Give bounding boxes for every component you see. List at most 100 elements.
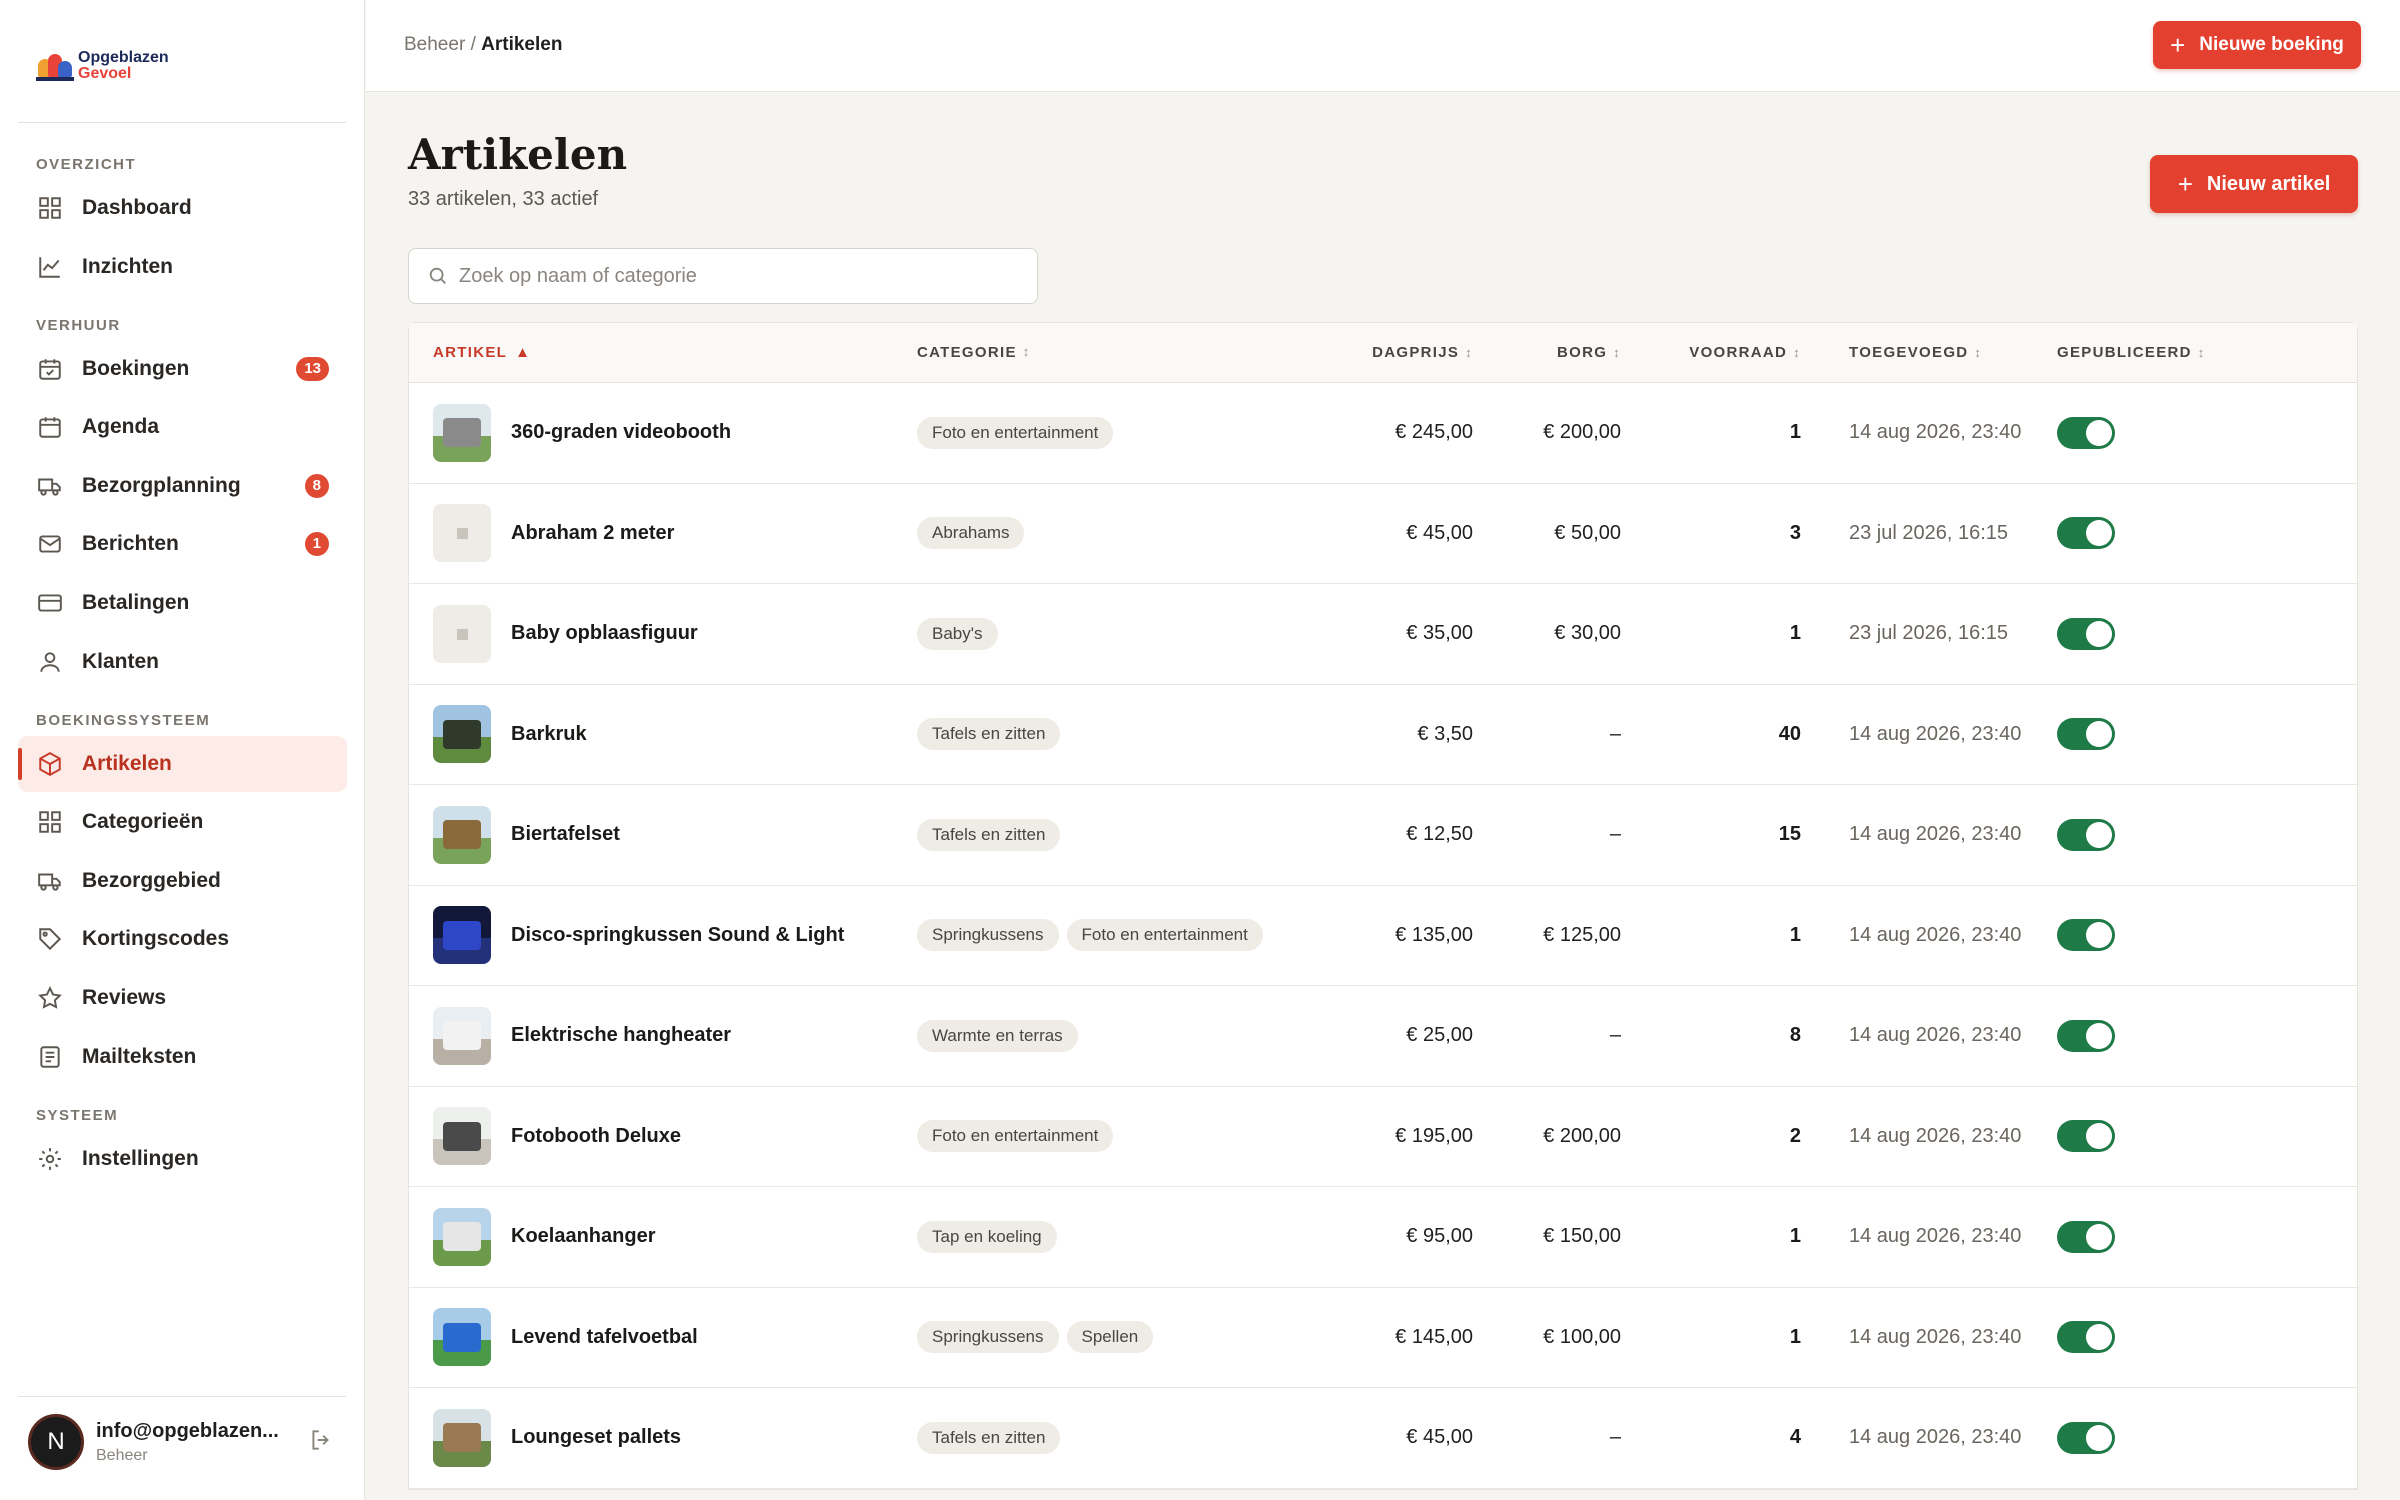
added-date: 14 aug 2026, 23:40: [1849, 1426, 2022, 1449]
article-name[interactable]: Barkruk: [511, 723, 587, 746]
article-name[interactable]: Baby opblaasfiguur: [511, 622, 698, 645]
sidebar-item-bezorggebied[interactable]: Bezorggebied: [18, 853, 347, 909]
added-date: 14 aug 2026, 23:40: [1849, 722, 2022, 745]
article-name[interactable]: Levend tafelvoetbal: [511, 1326, 698, 1349]
article-name[interactable]: Koelaanhanger: [511, 1225, 655, 1248]
new-booking-button[interactable]: + Nieuwe boeking: [2153, 21, 2361, 69]
category-tag: Warmte en terras: [917, 1019, 1078, 1052]
added-date: 14 aug 2026, 23:40: [1849, 1325, 2022, 1348]
sort-icon: ↕: [1022, 344, 1031, 359]
column-header-dagprijs[interactable]: DAGPRIJS ↕: [1353, 344, 1473, 361]
stock-count: 1: [1789, 622, 1801, 645]
deposit: € 100,00: [1543, 1325, 1621, 1348]
new-article-button[interactable]: + Nieuw artikel: [2150, 155, 2358, 213]
sidebar-item-label: Dashboard: [82, 196, 192, 219]
article-name[interactable]: Elektrische hangheater: [511, 1024, 731, 1047]
sidebar-item-bezorgplanning[interactable]: Bezorgplanning 8: [18, 458, 347, 514]
column-header-gepubliceerd[interactable]: GEPUBLICEERD ↕: [2057, 344, 2257, 361]
box-icon: [36, 750, 64, 778]
table-row[interactable]: Fotobooth Deluxe Foto en entertainment € 1…: [409, 1087, 2357, 1187]
user-profile[interactable]: N info@opgeblazen... Beheer: [28, 1414, 338, 1470]
sidebar-item-artikelen[interactable]: Artikelen: [18, 735, 347, 792]
sidebar-item-kortingscodes[interactable]: Kortingscodes: [18, 911, 347, 967]
article-name[interactable]: Biertafelset: [511, 823, 620, 846]
table-row[interactable]: Disco-springkussen Sound & Light Springku…: [409, 886, 2357, 986]
article-name[interactable]: Disco-springkussen Sound & Light: [511, 924, 844, 947]
table-row[interactable]: Baby opblaasfiguur Baby's € 35,00 € 30,00 1 2…: [409, 584, 2357, 685]
published-toggle[interactable]: [2057, 517, 2115, 550]
published-toggle[interactable]: [2057, 818, 2115, 851]
sidebar-item-label: Boekingen: [82, 356, 190, 380]
sidebar-item-label: Artikelen: [82, 751, 172, 775]
column-header-borg[interactable]: BORG ↕: [1473, 344, 1621, 361]
search-box[interactable]: [408, 248, 1038, 304]
added-date: 14 aug 2026, 23:40: [1849, 923, 2022, 946]
article-name[interactable]: 360-graden videobooth: [511, 421, 731, 444]
sidebar-item-boekingen[interactable]: Boekingen 13: [18, 341, 347, 397]
sidebar-item-label: Klanten: [82, 649, 160, 673]
table-row[interactable]: 360-graden videobooth Foto en entertainme…: [409, 383, 2357, 484]
article-name[interactable]: Abraham 2 meter: [511, 522, 674, 545]
table-row[interactable]: Koelaanhanger Tap en koeling € 95,00 € 150,…: [409, 1187, 2357, 1288]
table-row[interactable]: Biertafelset Tafels en zitten € 12,50 – 15 14…: [409, 785, 2357, 886]
breadcrumb-parent[interactable]: Beheer: [404, 34, 465, 55]
sidebar-item-categorie-n[interactable]: Categorieën: [18, 794, 347, 850]
day-price: € 25,00: [1406, 1024, 1473, 1047]
article-name[interactable]: Fotobooth Deluxe: [511, 1125, 681, 1148]
nav-section-title: VERHUUR: [36, 316, 121, 334]
sidebar-item-inzichten[interactable]: Inzichten: [18, 239, 347, 295]
stock-count: 1: [1789, 421, 1801, 444]
sidebar-item-reviews[interactable]: Reviews: [18, 970, 347, 1026]
stock-count: 8: [1789, 1024, 1801, 1047]
sidebar-item-mailteksten[interactable]: Mailteksten: [18, 1029, 347, 1085]
calendar-check-icon: [36, 355, 64, 383]
published-toggle[interactable]: [2057, 1220, 2115, 1253]
divider: [18, 1396, 346, 1397]
table-row[interactable]: Loungeset pallets Tafels en zitten € 45,00…: [409, 1388, 2357, 1489]
sidebar-item-agenda[interactable]: Agenda: [18, 399, 347, 455]
day-price: € 3,50: [1417, 722, 1473, 745]
sidebar-item-instellingen[interactable]: Instellingen: [18, 1131, 347, 1187]
published-toggle[interactable]: [2057, 718, 2115, 751]
sidebar-item-berichten[interactable]: Berichten 1: [18, 516, 347, 572]
article-name[interactable]: Loungeset pallets: [511, 1426, 681, 1449]
column-header-artikel[interactable]: ARTIKEL ▲: [409, 344, 917, 361]
search-input[interactable]: [459, 264, 1019, 288]
deposit: –: [1609, 1426, 1621, 1449]
column-header-toegevoegd[interactable]: TOEGEVOEGD ↕: [1801, 344, 2057, 361]
category-tag: Baby's: [917, 617, 998, 650]
sidebar-item-klanten[interactable]: Klanten: [18, 634, 347, 690]
published-toggle[interactable]: [2057, 416, 2115, 449]
category-tag: Tap en koeling: [917, 1220, 1057, 1253]
brand-logo[interactable]: Opgeblazen Gevoel: [36, 50, 169, 82]
column-header-categorie[interactable]: CATEGORIE ↕: [917, 344, 1353, 361]
new-booking-label: Nieuwe boeking: [2199, 34, 2344, 55]
user-email: info@opgeblazen...: [96, 1419, 279, 1442]
stock-count: 3: [1789, 521, 1801, 544]
published-toggle[interactable]: [2057, 1421, 2115, 1454]
table-row[interactable]: Barkruk Tafels en zitten € 3,50 – 40 14 aug 2…: [409, 685, 2357, 785]
published-toggle[interactable]: [2057, 617, 2115, 650]
published-toggle[interactable]: [2057, 1120, 2115, 1153]
category-tag: Abrahams: [917, 517, 1025, 550]
sidebar-item-dashboard[interactable]: Dashboard: [18, 180, 347, 236]
published-toggle[interactable]: [2057, 1321, 2115, 1354]
sort-asc-icon: ▲: [515, 344, 532, 361]
category-tag: Springkussens: [917, 1321, 1059, 1354]
category-tag: Foto en entertainment: [1066, 919, 1263, 952]
gear-icon: [36, 1145, 64, 1173]
sidebar-item-betalingen[interactable]: Betalingen: [18, 575, 347, 631]
table-row[interactable]: Abraham 2 meter Abrahams € 45,00 € 50,00 3 23…: [409, 484, 2357, 584]
column-header-voorraad[interactable]: VOORRAAD ↕: [1621, 344, 1801, 361]
sort-icon: ↕: [1613, 345, 1621, 360]
table-row[interactable]: Elektrische hangheater Warmte en terras € …: [409, 986, 2357, 1087]
truck-icon: [36, 867, 64, 895]
day-price: € 45,00: [1406, 521, 1473, 544]
sort-icon: ↕: [1974, 345, 1983, 360]
new-article-label: Nieuw artikel: [2206, 172, 2331, 195]
logout-icon[interactable]: [308, 1427, 338, 1457]
stock-count: 1: [1789, 1325, 1801, 1348]
table-row[interactable]: Levend tafelvoetbal Springkussens Spellen €…: [409, 1288, 2357, 1388]
published-toggle[interactable]: [2057, 1019, 2115, 1052]
published-toggle[interactable]: [2057, 919, 2115, 952]
